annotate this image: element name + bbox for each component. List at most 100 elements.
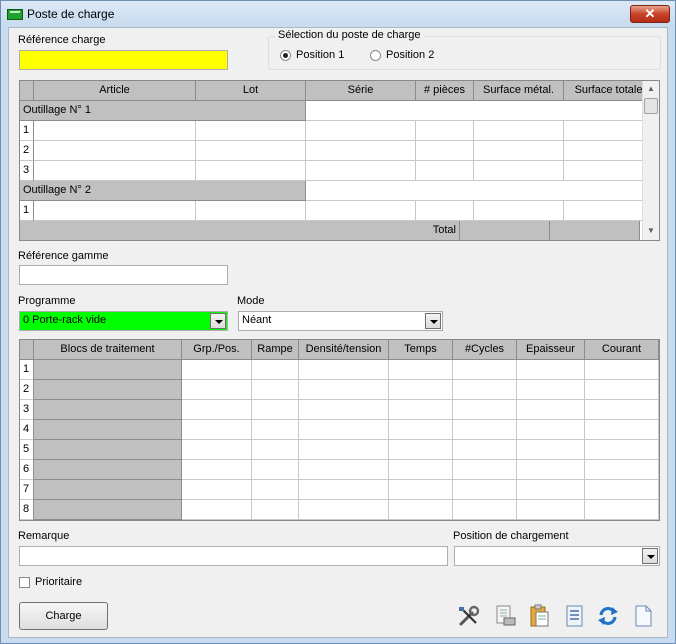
table-cell[interactable] [585, 500, 659, 520]
new-document-icon[interactable] [631, 604, 655, 628]
table-cell[interactable] [474, 121, 564, 141]
chevron-down-icon[interactable] [425, 313, 441, 329]
column-header[interactable]: Blocs de traitement [34, 340, 182, 360]
table-cell[interactable] [585, 420, 659, 440]
table-cell[interactable] [389, 440, 453, 460]
table-cell[interactable] [306, 121, 416, 141]
table-cell[interactable] [416, 141, 474, 161]
table-cell[interactable] [252, 500, 299, 520]
column-header[interactable]: Courant [585, 340, 659, 360]
vertical-scrollbar[interactable]: ▲ ▼ [642, 81, 659, 240]
table-cell[interactable] [34, 121, 196, 141]
table-cell[interactable] [585, 460, 659, 480]
table-cell[interactable] [453, 480, 517, 500]
column-header[interactable]: Article [34, 81, 196, 101]
table-cell[interactable] [474, 161, 564, 181]
table-cell[interactable] [517, 440, 585, 460]
treatment-block-cell[interactable] [34, 500, 182, 520]
table-cell[interactable] [564, 121, 654, 141]
table-cell[interactable] [389, 360, 453, 380]
table-cell[interactable] [416, 161, 474, 181]
treatment-block-cell[interactable] [34, 380, 182, 400]
column-header[interactable]: Surface totale [564, 81, 654, 101]
table-cell[interactable] [252, 460, 299, 480]
table-cell[interactable] [34, 141, 196, 161]
table-cell[interactable] [453, 460, 517, 480]
table-cell[interactable] [182, 440, 252, 460]
table-cell[interactable] [517, 460, 585, 480]
table-cell[interactable] [182, 480, 252, 500]
table-cell[interactable] [182, 460, 252, 480]
clipboard-icon[interactable] [527, 604, 551, 628]
tools-icon[interactable] [457, 604, 481, 628]
table-cell[interactable] [564, 201, 654, 221]
table-cell[interactable] [299, 440, 389, 460]
table-cell[interactable] [453, 440, 517, 460]
document-list-icon[interactable] [562, 604, 586, 628]
table-cell[interactable] [252, 360, 299, 380]
position-chargement-select[interactable] [454, 546, 660, 566]
table-cell[interactable] [564, 141, 654, 161]
column-header[interactable]: Lot [196, 81, 306, 101]
remarque-input[interactable] [19, 546, 448, 566]
table-cell[interactable] [299, 500, 389, 520]
mode-select[interactable]: Néant [238, 311, 443, 331]
table-cell[interactable] [306, 201, 416, 221]
scroll-down-icon[interactable]: ▼ [643, 223, 659, 239]
table-cell[interactable] [416, 121, 474, 141]
table-cell[interactable] [453, 360, 517, 380]
title-bar[interactable]: Poste de charge ✕ [1, 1, 675, 27]
table-cell[interactable] [252, 380, 299, 400]
scroll-up-icon[interactable]: ▲ [643, 81, 659, 97]
table-cell[interactable] [182, 360, 252, 380]
table-cell[interactable] [299, 360, 389, 380]
table-cell[interactable] [252, 480, 299, 500]
prioritaire-checkbox[interactable] [19, 577, 30, 588]
table-cell[interactable] [196, 141, 306, 161]
table-cell[interactable] [389, 420, 453, 440]
treatment-block-cell[interactable] [34, 440, 182, 460]
table-cell[interactable] [453, 500, 517, 520]
radio-position-1[interactable]: Position 1 [280, 49, 344, 61]
charge-button[interactable]: Charge [19, 602, 108, 630]
treatment-block-cell[interactable] [34, 460, 182, 480]
table-cell[interactable] [252, 420, 299, 440]
table-cell[interactable] [34, 201, 196, 221]
table-cell[interactable] [389, 460, 453, 480]
table-cell[interactable] [453, 380, 517, 400]
treatment-grid[interactable]: Blocs de traitement Grp./Pos. Rampe Densité… [19, 339, 660, 521]
table-cell[interactable] [389, 400, 453, 420]
table-cell[interactable] [517, 420, 585, 440]
treatment-block-cell[interactable] [34, 400, 182, 420]
table-cell[interactable] [299, 460, 389, 480]
table-cell[interactable] [389, 380, 453, 400]
table-cell[interactable] [389, 480, 453, 500]
table-cell[interactable] [182, 380, 252, 400]
table-cell[interactable] [196, 161, 306, 181]
table-cell[interactable] [34, 161, 196, 181]
table-cell[interactable] [299, 400, 389, 420]
print-preview-icon[interactable] [493, 604, 517, 628]
table-cell[interactable] [585, 360, 659, 380]
article-grid[interactable]: Article Lot Série # pièces Surface métal. Sur… [19, 80, 660, 241]
column-header[interactable]: Grp./Pos. [182, 340, 252, 360]
column-header[interactable]: Temps [389, 340, 453, 360]
treatment-block-cell[interactable] [34, 360, 182, 380]
table-cell[interactable] [306, 141, 416, 161]
table-cell[interactable] [453, 420, 517, 440]
scrollbar-thumb[interactable] [644, 98, 658, 114]
table-cell[interactable] [196, 201, 306, 221]
table-cell[interactable] [389, 500, 453, 520]
table-cell[interactable] [252, 400, 299, 420]
chevron-down-icon[interactable] [210, 313, 226, 329]
column-header[interactable]: Surface métal. [474, 81, 564, 101]
table-cell[interactable] [517, 500, 585, 520]
table-cell[interactable] [182, 500, 252, 520]
table-cell[interactable] [299, 420, 389, 440]
table-cell[interactable] [182, 400, 252, 420]
table-cell[interactable] [196, 121, 306, 141]
table-cell[interactable] [517, 480, 585, 500]
table-cell[interactable] [299, 380, 389, 400]
table-cell[interactable] [517, 380, 585, 400]
programme-select[interactable]: 0 Porte-rack vide [19, 311, 228, 331]
